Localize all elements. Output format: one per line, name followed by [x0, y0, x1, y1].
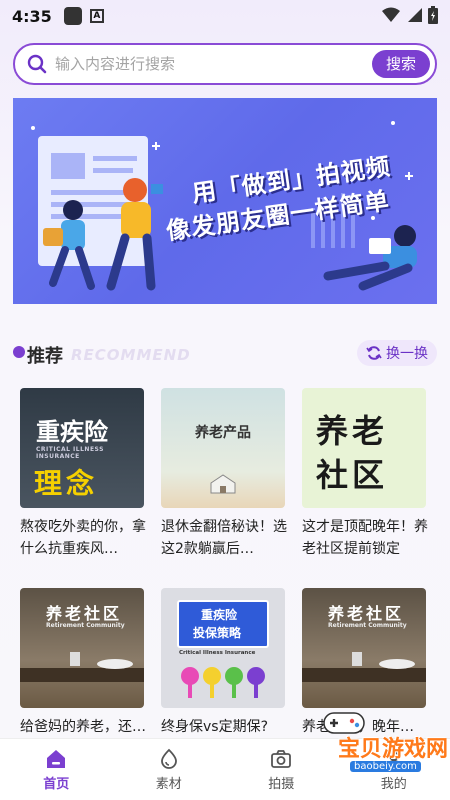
- card-caption: 终身保vs定期保?: [161, 719, 269, 735]
- material-icon: [160, 748, 177, 769]
- thumb-subtitle: Retirement Community: [328, 622, 407, 629]
- content-card[interactable]: 养老产品 退休金翻倍秘诀！选这2款躺赢后…: [161, 388, 287, 560]
- thumb-title2: 理念: [34, 467, 99, 500]
- content-card[interactable]: 养老 社区 这才是顶配晚年！养老社区提前锁定: [302, 388, 428, 560]
- status-bar: 4:35 A: [0, 0, 450, 32]
- signal-icon: [408, 8, 422, 22]
- card-caption: 熬夜吃外卖的你，拿什么抗重疾风…: [20, 519, 146, 557]
- content-card[interactable]: 重疾险 投保策略 Critical Illness Insurance 终身保v…: [161, 588, 285, 738]
- card-thumbnail: 重疾险 CRITICAL ILLNESS INSURANCE 理念: [20, 388, 144, 508]
- card-thumbnail: 养老社区 Retirement Community: [20, 588, 144, 708]
- refresh-icon: [366, 346, 382, 360]
- card-caption: 这才是顶配晚年！养老社区提前锁定: [302, 519, 428, 557]
- thumb-title: 养老: [316, 412, 389, 450]
- thumb-subtitle: Retirement Community: [46, 622, 125, 629]
- house-icon: [210, 474, 236, 494]
- nav-label-shoot: 拍摄: [268, 776, 295, 792]
- thumb-title2: 社区: [316, 456, 389, 494]
- card-thumbnail: 养老 社区: [302, 388, 426, 508]
- watermark: 宝贝游戏网 baobeiy.com: [302, 705, 448, 780]
- card-thumbnail: 重疾险 投保策略 Critical Illness Insurance: [161, 588, 285, 708]
- thumb-title: 重疾险: [36, 418, 108, 446]
- thumb-subtitle: Critical Illness Insurance: [179, 650, 256, 656]
- thumb-title: 养老社区: [328, 604, 405, 623]
- thumb-title2: 投保策略: [193, 626, 242, 640]
- nav-label-home: 首页: [43, 776, 70, 792]
- home-icon: [47, 749, 66, 768]
- promo-banner[interactable]: 用「做到」拍视频 像发朋友圈一样简单: [13, 98, 437, 304]
- recommend-dot-icon: [13, 346, 25, 358]
- recommend-title: 推荐: [27, 346, 63, 367]
- recommend-title-en: RECOMMEND: [71, 346, 191, 364]
- watermark-url: baobeiy.com: [350, 761, 421, 772]
- app-square-icon: [63, 7, 82, 25]
- recommend-header: 推荐 RECOMMEND 换一换: [13, 340, 437, 370]
- table-illustration: [302, 652, 426, 682]
- watermark-text: 宝贝游戏网: [338, 737, 449, 762]
- nav-label-material: 素材: [155, 776, 182, 792]
- card-thumbnail: 养老产品: [161, 388, 285, 508]
- thumb-title: 重疾险: [201, 608, 238, 622]
- search-bar: 搜索: [13, 43, 437, 85]
- status-time: 4:35: [12, 6, 52, 26]
- wifi-icon: [382, 7, 400, 22]
- battery-icon: [428, 6, 438, 24]
- nav-item-home[interactable]: 首页: [0, 739, 113, 800]
- nav-item-material[interactable]: 素材: [113, 739, 226, 800]
- table-illustration: [20, 652, 144, 682]
- card-caption: 给爸妈的养老，还…: [20, 719, 146, 735]
- card-caption: 退休金翻倍秘诀！选这2款躺赢后…: [161, 519, 287, 557]
- content-card[interactable]: 重疾险 CRITICAL ILLNESS INSURANCE 理念 熬夜吃外卖的…: [20, 388, 146, 560]
- thumb-title: 养老社区: [46, 604, 123, 623]
- pills-illustration: [181, 667, 265, 698]
- camera-icon: [271, 749, 292, 768]
- content-card[interactable]: 养老社区 Retirement Community 给爸妈的养老，还…: [20, 588, 146, 738]
- thumb-subtitle: CRITICAL ILLNESS INSURANCE: [36, 446, 104, 460]
- thumb-title: 养老产品: [195, 425, 251, 441]
- a-badge-icon: A: [89, 9, 104, 23]
- card-thumbnail: 养老社区 Retirement Community: [302, 588, 426, 708]
- search-button[interactable]: 搜索: [372, 50, 430, 78]
- swap-label: 换一换: [386, 346, 428, 362]
- swap-button[interactable]: 换一换: [357, 340, 437, 366]
- search-icon: [27, 54, 47, 74]
